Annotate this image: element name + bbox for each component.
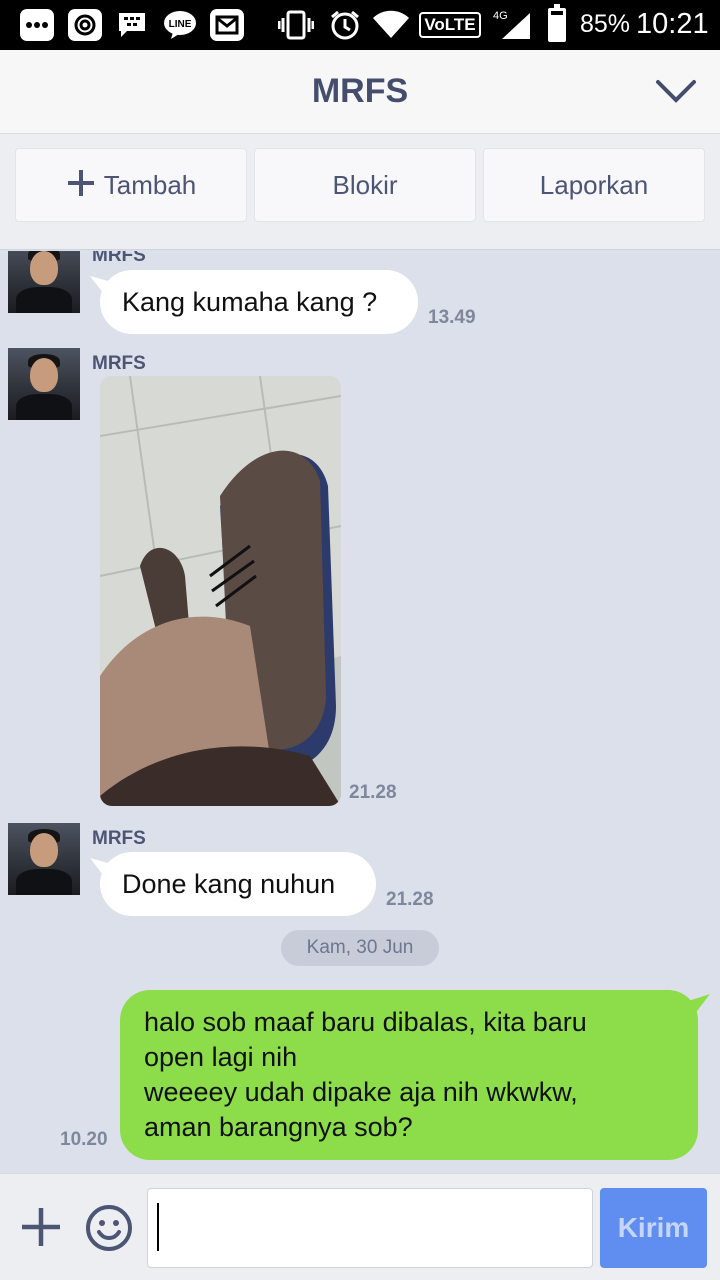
volte-label: VoLTE [424, 15, 476, 34]
contact-actions-bar: Tambah Blokir Laporkan [0, 134, 720, 250]
line-icon: LINE [163, 9, 197, 41]
message-text: Done kang nuhun [122, 868, 336, 899]
send-button[interactable]: Kirim [600, 1188, 707, 1268]
message-text-line: aman barangnya sob? [144, 1112, 413, 1142]
volte-icon: VoLTE [419, 9, 481, 41]
message-input[interactable] [147, 1188, 593, 1268]
add-friend-label: Tambah [103, 169, 197, 200]
wifi-icon [372, 9, 410, 41]
plus-icon[interactable] [18, 1204, 64, 1250]
svg-text:LINE: LINE [169, 19, 192, 30]
signal-icon: 4G [490, 9, 532, 41]
chevron-down-icon[interactable] [654, 76, 698, 108]
page-title: MRFS [311, 72, 409, 110]
shoe-photo-image[interactable] [100, 376, 341, 806]
block-button[interactable]: Blokir [254, 148, 476, 222]
alarm-icon [328, 9, 362, 41]
battery-icon [548, 4, 566, 42]
bbm-icon [116, 9, 148, 41]
message-text-line: weeeey udah dipake aja nih wkwkw, [144, 1077, 578, 1107]
avatar[interactable] [8, 251, 80, 313]
message-text: Kang kumaha kang ? [122, 286, 378, 317]
gmail-icon [210, 9, 244, 41]
avatar[interactable] [8, 348, 80, 420]
outgoing-message-bubble[interactable]: halo sob maaf baru dibalas, kita baru op… [120, 990, 698, 1160]
message-bubble[interactable]: Done kang nuhun [100, 852, 376, 916]
report-button[interactable]: Laporkan [483, 148, 705, 222]
message-text-line: halo sob maaf baru dibalas, kita baru [144, 1007, 587, 1037]
date-divider: Kam, 30 Jun [281, 930, 439, 966]
at-icon [68, 9, 102, 41]
avatar[interactable] [8, 823, 80, 895]
battery-percent: 85% [580, 10, 631, 38]
status-bar: LINE VoLTE 4G 85% 10:21 [0, 0, 720, 50]
emoji-icon[interactable] [84, 1203, 134, 1253]
chat-header: MRFS [0, 50, 720, 134]
more-icon [20, 9, 54, 41]
report-label: Laporkan [539, 169, 649, 200]
message-bubble[interactable]: Kang kumaha kang ? [100, 270, 418, 334]
sender-name: MRFS [92, 353, 146, 374]
add-friend-button[interactable]: Tambah [15, 148, 247, 222]
block-label: Blokir [332, 169, 398, 200]
sender-name: MRFS [92, 828, 146, 849]
message-time: 21.28 [349, 782, 397, 803]
clock: 10:21 [636, 8, 709, 40]
plus-icon [66, 165, 96, 205]
message-input-bar: Kirim [0, 1173, 720, 1280]
vibrate-icon [278, 9, 314, 41]
sender-name: MRFS [92, 251, 146, 266]
message-time: 13.49 [428, 307, 476, 328]
message-time: 10.20 [60, 1129, 108, 1150]
network-label: 4G [493, 10, 508, 22]
message-time: 21.28 [386, 889, 434, 910]
message-text-line: open lagi nih [144, 1042, 298, 1072]
text-cursor [157, 1203, 159, 1251]
